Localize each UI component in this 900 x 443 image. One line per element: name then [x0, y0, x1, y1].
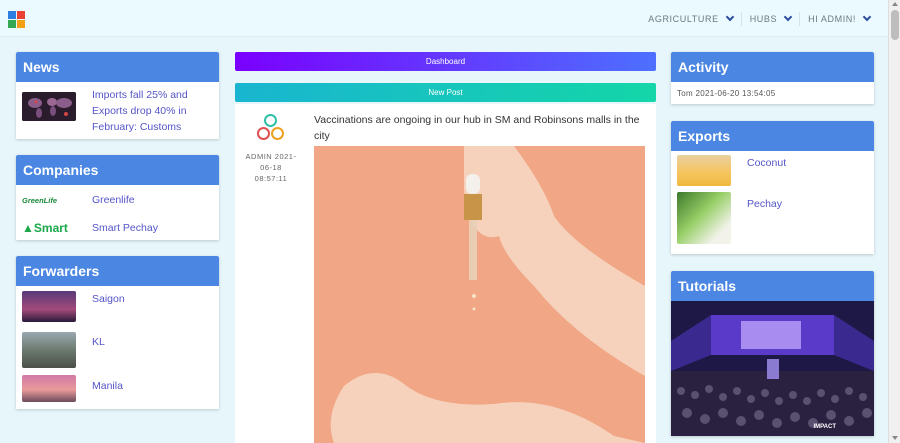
tutorials-card: Tutorials IMPACT — [671, 271, 874, 436]
companies-title: Companies — [16, 155, 219, 185]
manila-thumbnail — [22, 375, 76, 402]
dashboard-button[interactable]: Dashboard — [235, 52, 656, 71]
kl-thumbnail — [22, 332, 76, 368]
exports-card: Exports Coconut Pechay — [671, 121, 874, 254]
chevron-down-icon — [783, 12, 793, 21]
list-item[interactable]: Pechay — [671, 188, 874, 246]
top-navbar: AGRICULTURE HUBS HI ADMIN! — [0, 0, 888, 37]
forwarders-title: Forwarders — [16, 256, 219, 286]
list-item[interactable]: Manila — [16, 373, 219, 409]
nav-menu: AGRICULTURE HUBS HI ADMIN! — [640, 0, 878, 37]
company-link[interactable]: Smart Pechay — [92, 220, 158, 236]
nav-agriculture-label: AGRICULTURE — [648, 13, 719, 24]
news-item[interactable]: Imports fall 25% and Exports drop 40% in… — [16, 82, 219, 135]
tutorial-image-caption: IMPACT — [813, 424, 836, 430]
saigon-thumbnail — [22, 291, 76, 322]
avatar-icon — [255, 113, 287, 143]
smart-logo: ▲Smart — [22, 221, 68, 235]
companies-card: Companies GreenLife Greenlife ▲Smart Sma… — [16, 155, 219, 240]
list-item[interactable]: Coconut — [671, 151, 874, 188]
post-image — [314, 146, 645, 443]
chevron-down-icon — [725, 12, 734, 21]
post-meta: ADMIN 2021-06-18 08:57:11 — [245, 152, 297, 183]
news-link[interactable]: Imports fall 25% and Exports drop 40% in… — [92, 87, 213, 135]
company-link[interactable]: Greenlife — [92, 192, 135, 208]
scroll-down-icon[interactable] — [892, 436, 898, 440]
export-link[interactable]: Pechay — [747, 196, 782, 212]
nav-hubs-label: HUBS — [749, 13, 778, 24]
exports-title: Exports — [671, 121, 874, 151]
nav-user-menu[interactable]: HI ADMIN! — [800, 12, 878, 26]
nav-hubs[interactable]: HUBS — [742, 11, 801, 26]
activity-card: Activity Tom 2021-06-20 13:54:05 — [671, 52, 874, 104]
scroll-up-icon[interactable] — [892, 2, 898, 6]
forwarder-link[interactable]: Manila — [92, 378, 123, 394]
news-title: News — [16, 52, 219, 82]
page-scrollbar[interactable] — [888, 0, 900, 443]
export-link[interactable]: Coconut — [747, 155, 786, 171]
forwarder-link[interactable]: Saigon — [92, 291, 125, 307]
list-item[interactable]: ▲Smart Smart Pechay — [16, 214, 219, 242]
scrollbar-thumb[interactable] — [891, 10, 899, 40]
activity-title: Activity — [671, 52, 874, 82]
world-map-thumbnail — [22, 92, 76, 121]
chevron-down-icon — [862, 12, 872, 21]
nav-user-label: HI ADMIN! — [808, 13, 856, 24]
app-logo-icon[interactable] — [8, 11, 26, 29]
greenlife-logo: GreenLife — [22, 195, 58, 205]
pechay-thumbnail — [677, 192, 731, 244]
list-item[interactable]: GreenLife Greenlife — [16, 186, 219, 214]
tutorials-title: Tutorials — [671, 271, 874, 301]
tutorial-video-thumbnail[interactable]: IMPACT — [671, 301, 874, 436]
list-item[interactable]: Saigon — [16, 286, 219, 327]
forwarder-link[interactable]: KL — [92, 334, 105, 350]
nav-agriculture[interactable]: AGRICULTURE — [640, 11, 742, 26]
post-text: Vaccinations are ongoing in our hub in S… — [314, 114, 640, 142]
news-card: News Imports fall 25% and Exports drop 4… — [16, 52, 219, 139]
coconut-thumbnail — [677, 155, 731, 186]
new-post-button[interactable]: New Post — [235, 83, 656, 102]
list-item[interactable]: KL — [16, 327, 219, 373]
forwarders-card: Forwarders Saigon KL Manila — [16, 256, 219, 409]
smart-logo-text: Smart — [33, 221, 68, 235]
activity-entry: Tom 2021-06-20 13:54:05 — [677, 89, 776, 98]
post-card: ADMIN 2021-06-18 08:57:11 Vaccinations a… — [235, 104, 656, 443]
